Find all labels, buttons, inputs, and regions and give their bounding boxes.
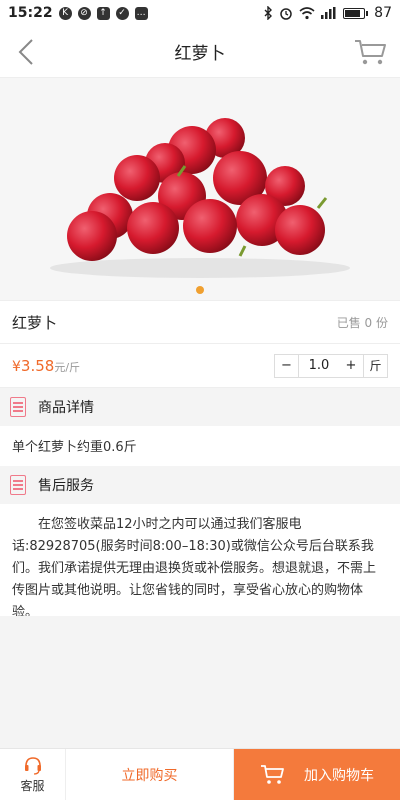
details-text: 单个红萝卜约重0.6斤 xyxy=(12,440,137,455)
after-sales-header: 售后服务 xyxy=(0,466,400,504)
product-price: ¥3.58元/斤 xyxy=(12,356,81,375)
wifi-icon xyxy=(299,6,315,19)
buy-now-button[interactable]: 立即购买 xyxy=(66,749,234,800)
details-header: 商品详情 xyxy=(0,388,400,426)
price-row: ¥3.58元/斤 − 1.0 + 斤 xyxy=(0,344,400,388)
signal-icon xyxy=(321,7,336,19)
bluetooth-icon xyxy=(264,6,273,20)
cart-icon xyxy=(261,764,284,784)
block-icon: ⊘ xyxy=(77,6,91,20)
back-button[interactable] xyxy=(14,38,40,66)
product-image xyxy=(50,118,350,278)
navigation-bar: 红萝卜 xyxy=(0,26,400,78)
page-title: 红萝卜 xyxy=(174,44,226,64)
document-icon xyxy=(10,397,26,417)
price-amount: 3.58 xyxy=(20,356,55,375)
service-label: 客服 xyxy=(20,779,45,793)
details-title: 商品详情 xyxy=(38,400,94,416)
status-bar: 15:22 K ⊘ ↑ ✓ … 87 xyxy=(0,0,400,26)
check-icon: ✓ xyxy=(115,6,129,20)
quantity-unit: 斤 xyxy=(363,354,387,377)
add-to-cart-button[interactable]: 加入购物车 xyxy=(234,749,400,800)
page-background xyxy=(0,616,400,748)
document-icon xyxy=(10,475,26,495)
k-app-icon: K xyxy=(58,6,72,20)
alarm-icon xyxy=(280,8,292,20)
message-icon: … xyxy=(134,6,148,20)
product-image-carousel[interactable] xyxy=(0,78,400,300)
quantity-value[interactable]: 1.0 xyxy=(299,355,339,377)
status-time: 15:22 xyxy=(8,5,53,21)
sold-count: 已售 0 份 xyxy=(336,315,388,330)
increase-button[interactable]: + xyxy=(339,355,363,377)
product-name: 红萝卜 xyxy=(12,313,58,332)
upload-icon: ↑ xyxy=(96,6,110,20)
cart-icon[interactable] xyxy=(354,38,388,66)
battery-icon xyxy=(343,7,366,19)
product-title-row: 红萝卜 已售 0 份 xyxy=(0,300,400,344)
system-icons: 87 xyxy=(263,5,392,21)
bottom-action-bar: 客服 立即购买 加入购物车 xyxy=(0,748,400,800)
headset-icon xyxy=(24,757,41,775)
quantity-stepper: − 1.0 + 斤 xyxy=(274,353,388,378)
price-unit: 元/斤 xyxy=(54,360,81,374)
notification-icons: K ⊘ ↑ ✓ … xyxy=(58,6,148,20)
battery-level: 87 xyxy=(374,5,392,21)
after-sales-title: 售后服务 xyxy=(38,478,94,494)
customer-service-button[interactable]: 客服 xyxy=(0,749,66,800)
carousel-indicator xyxy=(196,286,204,294)
add-to-cart-label: 加入购物车 xyxy=(304,767,374,784)
decrease-button[interactable]: − xyxy=(275,354,299,377)
